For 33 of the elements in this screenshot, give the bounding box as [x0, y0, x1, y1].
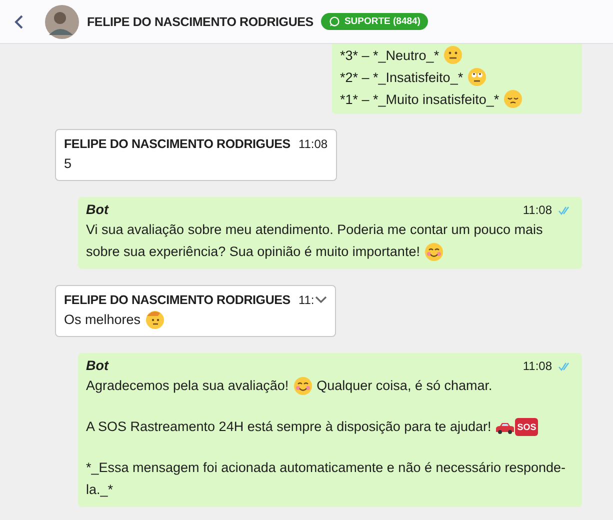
message-text: Vi sua avaliação sobre meu atendimento. Poderia me contar um pouco mais [86, 221, 543, 239]
message-text: la._* [86, 481, 114, 499]
message-text: *2* – *_Insatisfeito_* [340, 68, 464, 87]
message-time: 11: [298, 292, 314, 309]
message-text: *1* – *_Muito insatisfeito_* [340, 90, 500, 109]
message-text: Qualquer coisa, é só chamar. [316, 377, 492, 395]
message-text: Os melhores [64, 311, 141, 329]
message-time: 11:08 [522, 358, 552, 375]
face-icon [467, 67, 488, 87]
avatar-icon [45, 4, 79, 38]
message-text: sobre sua experiência? Sua opinião é muito importante! [86, 243, 420, 261]
face-icon [292, 376, 313, 396]
face-icon [443, 45, 464, 65]
message-text: *_Essa mensagem foi acionada automaticamente e não é necessário responde- [86, 459, 566, 477]
message-text: 5 [64, 155, 72, 173]
saluting-face-icon [144, 310, 165, 330]
chevron-down-icon[interactable] [315, 296, 328, 304]
back-icon[interactable] [14, 14, 24, 30]
contact-name: FELIPE DO NASCIMENTO RODRIGUES [87, 14, 314, 28]
message-time: 11:08 [522, 202, 552, 219]
sender-name: FELIPE DO NASCIMENTO RODRIGUES [64, 136, 290, 153]
sender-name: FELIPE DO NASCIMENTO RODRIGUES [64, 292, 290, 309]
sender-name: Bot [86, 201, 108, 219]
message-time: 11:08 [298, 136, 328, 153]
sender-name: Bot [86, 357, 108, 375]
message-text: Agradecemos pela sua avaliação! [86, 377, 289, 395]
face-icon [424, 242, 444, 262]
badge-label: SUPORTE (8484) [344, 16, 420, 27]
whatsapp-icon [329, 16, 340, 27]
face-icon [503, 89, 524, 109]
message-text: A SOS Rastreamento 24H está sempre à disposição para te ajudar! [86, 418, 492, 436]
sos-badge: SOS [515, 418, 538, 436]
message-text: *3* – *_Neutro_* [340, 46, 440, 65]
